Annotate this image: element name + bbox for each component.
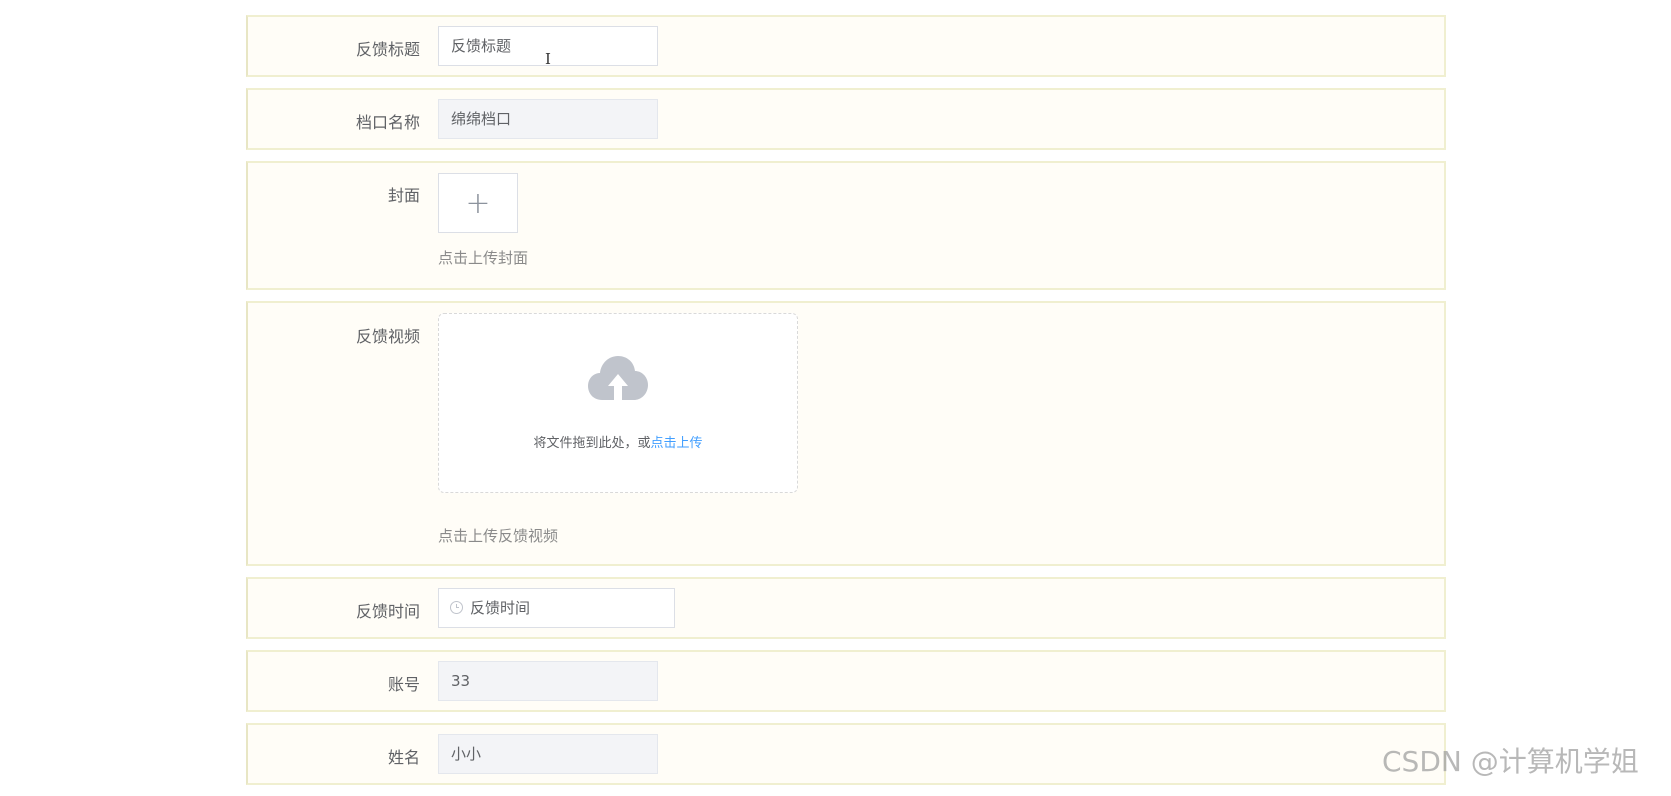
text-cursor-icon: I <box>545 50 551 68</box>
form-row-title: 反馈标题 反馈标题 I <box>246 15 1446 77</box>
account-input[interactable]: 33 <box>438 661 658 701</box>
drag-text: 将文件拖到此处，或点击上传 <box>439 432 797 451</box>
drag-hint: 将文件拖到此处，或 <box>533 436 651 451</box>
cover-label: 封面 <box>387 186 420 205</box>
time-placeholder: 反馈时间 <box>470 599 531 617</box>
time-picker-input[interactable]: 反馈时间 <box>438 588 675 628</box>
cover-upload-tip: 点击上传封面 <box>438 249 529 267</box>
time-label: 反馈时间 <box>355 602 420 621</box>
stall-input[interactable]: 绵绵档口 <box>438 99 658 139</box>
click-upload-link[interactable]: 点击上传 <box>651 436 703 451</box>
account-value: 33 <box>451 672 471 690</box>
title-label: 反馈标题 <box>355 40 420 59</box>
form-row-account: 账号 33 <box>246 650 1446 712</box>
cover-upload-button[interactable]: + <box>438 173 518 233</box>
title-input[interactable]: 反馈标题 I <box>438 26 658 68</box>
account-label: 账号 <box>387 675 420 694</box>
name-input[interactable]: 小小 <box>438 734 658 774</box>
form-row-name: 姓名 小小 <box>246 723 1446 785</box>
video-upload-tip: 点击上传反馈视频 <box>438 527 559 545</box>
video-upload-dragger[interactable]: 将文件拖到此处，或点击上传 <box>438 313 798 493</box>
stall-input-value: 绵绵档口 <box>451 110 512 128</box>
watermark: CSDN @计算机学姐 <box>1382 745 1639 778</box>
cloud-upload-icon <box>588 356 648 400</box>
form-row-stall: 档口名称 绵绵档口 <box>246 88 1446 150</box>
stall-label: 档口名称 <box>355 113 420 132</box>
feedback-form: 反馈标题 反馈标题 I 档口名称 绵绵档口 封面 + 点击上传封面 反馈视频 将… <box>246 15 1446 796</box>
title-input-text: 反馈标题 <box>451 37 512 55</box>
plus-icon: + <box>465 185 491 221</box>
form-row-cover: 封面 + 点击上传封面 <box>246 161 1446 290</box>
name-label: 姓名 <box>387 748 420 767</box>
form-row-time: 反馈时间 反馈时间 <box>246 577 1446 639</box>
name-value: 小小 <box>451 745 482 763</box>
clock-icon <box>450 600 463 614</box>
video-label: 反馈视频 <box>355 327 420 346</box>
form-row-video: 反馈视频 将文件拖到此处，或点击上传 点击上传反馈视频 <box>246 301 1446 566</box>
